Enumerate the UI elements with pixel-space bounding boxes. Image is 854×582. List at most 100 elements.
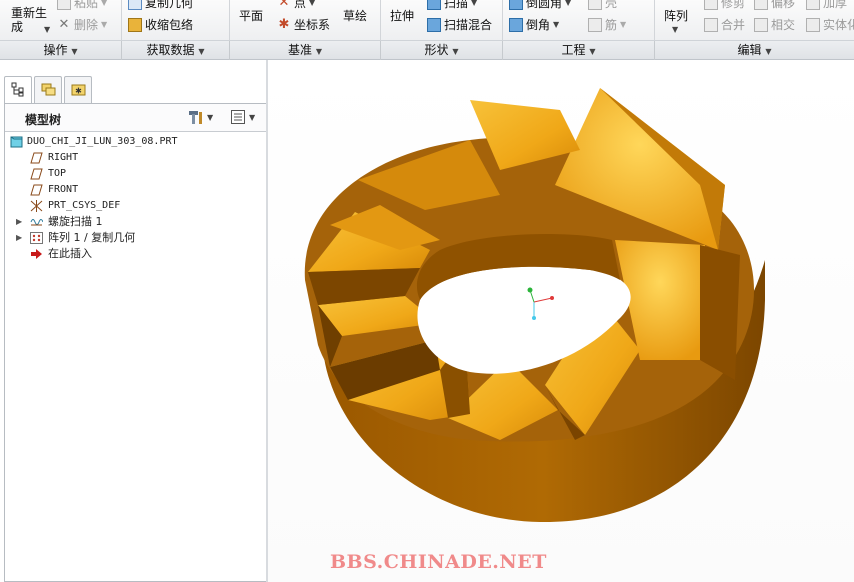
sketch-label: 草绘 [343, 9, 368, 23]
rib-button[interactable]: 筋 ▼ [588, 16, 626, 33]
chevron-down-icon: ▼ [452, 47, 459, 56]
swept-blend-label: 扫描混合 [444, 18, 493, 32]
model-tree-panel: 模型树 ▼ ▼ DUO_CHI_JI_LUN_303_08.PRT RIGHT … [4, 103, 267, 582]
regenerate-label: 重新生 成 [11, 6, 48, 34]
group-operations[interactable]: 操作 ▼ [0, 41, 122, 60]
extrude-button[interactable]: 拉伸 [390, 7, 414, 24]
csys-icon: ✱ [278, 16, 290, 32]
merge-label: 合并 [721, 18, 746, 32]
intersect-button[interactable]: 相交 [754, 16, 795, 33]
tree-item-front-plane[interactable]: FRONT [5, 182, 266, 198]
pattern-icon [30, 232, 43, 244]
tooth-side [700, 245, 740, 380]
trim-label: 修剪 [721, 0, 746, 10]
csys-button[interactable]: ✱ 坐标系 [277, 16, 330, 33]
model-tree-header: 模型树 ▼ ▼ [5, 104, 266, 132]
tree-item-part[interactable]: DUO_CHI_JI_LUN_303_08.PRT [5, 134, 266, 150]
trim-button[interactable]: 修剪 [704, 0, 745, 11]
gear-cutter-model [304, 88, 765, 523]
tab-model-tree[interactable] [4, 76, 32, 104]
group-engineering[interactable]: 工程 ▼ [503, 41, 655, 60]
rib-label: 筋 [605, 18, 618, 32]
delete-x-icon: ✕ [58, 16, 70, 32]
tree-item-pattern[interactable]: ▶ 阵列 1 / 复制几何 [5, 230, 266, 246]
point-icon: ✕ [278, 0, 290, 10]
merge-button[interactable]: 合并 [704, 16, 745, 33]
datum-plane-icon [30, 168, 43, 180]
ribbon: 重新生 成 ▼ 粘贴 ▼ ✕ 删除 ▼ 复制几何 收缩包络 平面 ✕ 点 ▼ ✱… [0, 0, 854, 40]
regenerate-dropdown[interactable]: ▼ [44, 25, 50, 34]
round-button[interactable]: 倒圆角 ▼ [509, 0, 571, 11]
tree-item-label: 螺旋扫描 1 [48, 215, 103, 228]
expand-arrow-icon[interactable]: ▶ [16, 230, 22, 246]
folders-icon [41, 83, 56, 96]
paste-button[interactable]: 粘贴 ▼ [57, 0, 107, 11]
chevron-down-icon: ▼ [207, 112, 214, 122]
chevron-down-icon: ▼ [198, 47, 205, 56]
shell-icon [588, 0, 602, 10]
solidify-button[interactable]: 实体化 [806, 16, 854, 33]
model-tree-title: 模型树 [25, 113, 62, 127]
group-shapes-label: 形状 [424, 43, 449, 57]
tree-item-label: 在此插入 [48, 247, 92, 260]
sketch-button[interactable]: 草绘 [343, 7, 367, 24]
tree-item-label: FRONT [48, 184, 79, 195]
tree-item-label: 阵列 1 / 复制几何 [48, 231, 136, 244]
tree-item-insert-here[interactable]: 在此插入 [5, 246, 266, 262]
group-datum-label: 基准 [288, 43, 313, 57]
shrinkwrap-icon [128, 17, 142, 32]
rib-icon [588, 17, 602, 32]
group-shapes[interactable]: 形状 ▼ [381, 41, 503, 60]
chevron-down-icon: ▼ [249, 112, 256, 122]
part-icon [10, 136, 23, 148]
copy-geometry-button[interactable]: 复制几何 [128, 0, 193, 11]
sweep-button[interactable]: 扫描 ▼ [427, 0, 477, 11]
plane-label: 平面 [239, 9, 264, 23]
delete-label: 删除 [74, 18, 99, 32]
plane-button[interactable]: 平面 [239, 7, 263, 24]
group-editing-label: 编辑 [737, 43, 762, 57]
chevron-down-icon: ▼ [101, 20, 108, 29]
csys-icon [30, 200, 43, 212]
shell-button[interactable]: 壳 [588, 0, 617, 11]
ribbon-separator [380, 0, 381, 40]
shrinkwrap-button[interactable]: 收缩包络 [128, 16, 193, 33]
regenerate-button[interactable]: 重新生 成 [11, 6, 47, 34]
expand-arrow-icon[interactable]: ▶ [16, 214, 22, 230]
group-get-data[interactable]: 获取数据 ▼ [122, 41, 230, 60]
tree-item-label: TOP [48, 168, 67, 179]
tree-item-csys[interactable]: PRT_CSYS_DEF [5, 198, 266, 214]
svg-text:✱: ✱ [75, 87, 82, 96]
tree-item-right-plane[interactable]: RIGHT [5, 150, 266, 166]
graphics-viewport[interactable] [268, 60, 854, 582]
offset-button[interactable]: 偏移 [754, 0, 795, 11]
tree-item-top-plane[interactable]: TOP [5, 166, 266, 182]
datum-plane-icon [30, 184, 43, 196]
tree-settings-button[interactable]: ▼ [188, 109, 213, 125]
tab-favorites[interactable]: ✱ [64, 76, 92, 103]
pattern-dropdown[interactable]: ▼ [672, 25, 678, 34]
ribbon-group-bar: 操作 ▼ 获取数据 ▼ 基准 ▼ 形状 ▼ 工程 ▼ 编辑 ▼ [0, 40, 854, 60]
thicken-button[interactable]: 加厚 [806, 0, 847, 11]
tab-folder-browser[interactable] [34, 76, 62, 103]
chevron-down-icon: ▼ [553, 20, 560, 29]
group-datum[interactable]: 基准 ▼ [230, 41, 381, 60]
favorites-folder-icon: ✱ [71, 84, 86, 96]
tree-item-helical-sweep[interactable]: ▶ 螺旋扫描 1 [5, 214, 266, 230]
copy-geometry-label: 复制几何 [145, 0, 194, 10]
group-editing[interactable]: 编辑 ▼ [655, 41, 854, 60]
shell-label: 壳 [605, 0, 618, 10]
chevron-down-icon: ▼ [101, 0, 108, 7]
swept-blend-icon [427, 17, 441, 32]
pattern-button[interactable]: 阵列 [664, 7, 688, 24]
copy-geometry-icon [128, 0, 142, 10]
chevron-down-icon: ▼ [672, 25, 679, 34]
tree-item-label: RIGHT [48, 152, 79, 163]
insert-arrow-icon [31, 249, 42, 259]
swept-blend-button[interactable]: 扫描混合 [427, 16, 492, 33]
chamfer-button[interactable]: 倒角 ▼ [509, 16, 559, 33]
thicken-icon [806, 0, 820, 10]
delete-button[interactable]: ✕ 删除 ▼ [57, 16, 108, 33]
tree-show-button[interactable]: ▼ [230, 109, 255, 125]
point-button[interactable]: ✕ 点 ▼ [277, 0, 316, 11]
